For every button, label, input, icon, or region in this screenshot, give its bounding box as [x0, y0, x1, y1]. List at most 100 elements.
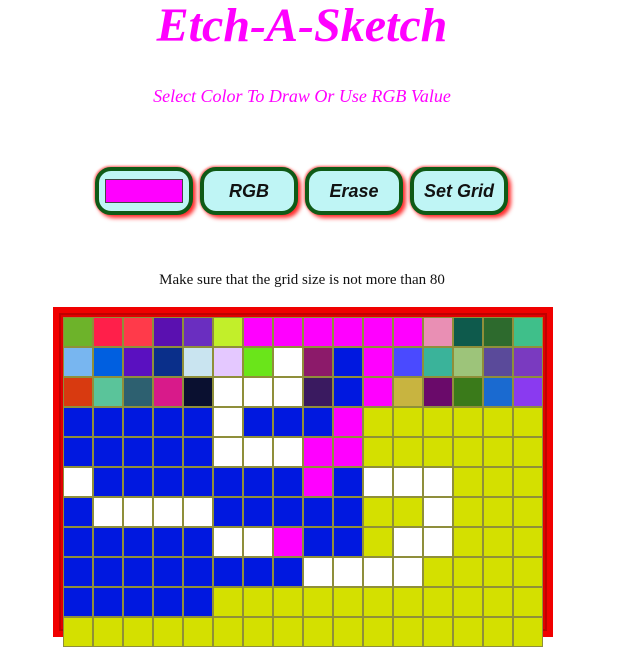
grid-cell[interactable]: [273, 527, 303, 557]
grid-cell[interactable]: [243, 587, 273, 617]
grid-cell[interactable]: [213, 497, 243, 527]
grid-cell[interactable]: [453, 437, 483, 467]
grid-cell[interactable]: [63, 497, 93, 527]
grid-cell[interactable]: [183, 497, 213, 527]
grid-cell[interactable]: [243, 497, 273, 527]
grid-cell[interactable]: [423, 347, 453, 377]
grid-cell[interactable]: [243, 467, 273, 497]
grid-cell[interactable]: [483, 497, 513, 527]
grid-cell[interactable]: [93, 497, 123, 527]
grid-cell[interactable]: [63, 527, 93, 557]
grid-cell[interactable]: [303, 377, 333, 407]
grid-cell[interactable]: [303, 437, 333, 467]
grid-cell[interactable]: [453, 407, 483, 437]
grid-cell[interactable]: [513, 617, 543, 647]
grid-cell[interactable]: [123, 497, 153, 527]
grid-cell[interactable]: [333, 407, 363, 437]
grid-cell[interactable]: [123, 377, 153, 407]
grid-cell[interactable]: [273, 467, 303, 497]
grid-cell[interactable]: [213, 407, 243, 437]
grid-cell[interactable]: [123, 527, 153, 557]
grid-cell[interactable]: [273, 587, 303, 617]
grid-cell[interactable]: [513, 587, 543, 617]
grid-cell[interactable]: [63, 467, 93, 497]
grid-cell[interactable]: [423, 497, 453, 527]
grid-cell[interactable]: [453, 587, 483, 617]
grid-cell[interactable]: [453, 557, 483, 587]
grid-cell[interactable]: [63, 407, 93, 437]
grid-cell[interactable]: [183, 347, 213, 377]
grid-cell[interactable]: [303, 347, 333, 377]
grid-cell[interactable]: [393, 617, 423, 647]
grid-cell[interactable]: [303, 557, 333, 587]
grid-cell[interactable]: [153, 557, 183, 587]
grid-cell[interactable]: [243, 527, 273, 557]
grid-cell[interactable]: [303, 527, 333, 557]
grid-cell[interactable]: [63, 617, 93, 647]
grid-cell[interactable]: [303, 317, 333, 347]
grid-cell[interactable]: [333, 437, 363, 467]
grid-cell[interactable]: [333, 617, 363, 647]
grid-cell[interactable]: [453, 527, 483, 557]
grid-cell[interactable]: [513, 437, 543, 467]
grid-cell[interactable]: [453, 467, 483, 497]
grid-cell[interactable]: [303, 407, 333, 437]
grid-cell[interactable]: [333, 587, 363, 617]
grid-cell[interactable]: [333, 497, 363, 527]
grid-cell[interactable]: [93, 557, 123, 587]
grid-cell[interactable]: [63, 587, 93, 617]
grid-cell[interactable]: [483, 587, 513, 617]
grid-cell[interactable]: [183, 377, 213, 407]
grid-cell[interactable]: [63, 437, 93, 467]
grid-cell[interactable]: [273, 407, 303, 437]
grid-cell[interactable]: [243, 407, 273, 437]
grid-cell[interactable]: [453, 617, 483, 647]
grid-cell[interactable]: [153, 617, 183, 647]
grid-cell[interactable]: [123, 437, 153, 467]
grid-cell[interactable]: [333, 347, 363, 377]
grid-cell[interactable]: [273, 617, 303, 647]
grid-cell[interactable]: [393, 377, 423, 407]
rgb-button[interactable]: RGB: [200, 167, 298, 215]
color-swatch[interactable]: [105, 179, 183, 203]
grid-cell[interactable]: [123, 587, 153, 617]
erase-button[interactable]: Erase: [305, 167, 403, 215]
grid-cell[interactable]: [423, 407, 453, 437]
grid-cell[interactable]: [243, 617, 273, 647]
grid-cell[interactable]: [363, 437, 393, 467]
grid-cell[interactable]: [213, 317, 243, 347]
grid-cell[interactable]: [93, 617, 123, 647]
grid-cell[interactable]: [243, 317, 273, 347]
grid-cell[interactable]: [303, 617, 333, 647]
grid-cell[interactable]: [393, 557, 423, 587]
grid-cell[interactable]: [183, 527, 213, 557]
grid-cell[interactable]: [363, 527, 393, 557]
grid-cell[interactable]: [63, 317, 93, 347]
grid-cell[interactable]: [423, 587, 453, 617]
grid-cell[interactable]: [213, 587, 243, 617]
grid-cell[interactable]: [363, 377, 393, 407]
grid-cell[interactable]: [93, 587, 123, 617]
sketch-grid[interactable]: [63, 317, 543, 647]
grid-cell[interactable]: [453, 317, 483, 347]
grid-cell[interactable]: [423, 317, 453, 347]
grid-cell[interactable]: [243, 377, 273, 407]
grid-cell[interactable]: [513, 467, 543, 497]
grid-cell[interactable]: [363, 347, 393, 377]
grid-cell[interactable]: [213, 437, 243, 467]
grid-cell[interactable]: [153, 317, 183, 347]
grid-cell[interactable]: [273, 437, 303, 467]
grid-cell[interactable]: [363, 407, 393, 437]
grid-cell[interactable]: [213, 557, 243, 587]
grid-cell[interactable]: [123, 557, 153, 587]
grid-cell[interactable]: [183, 617, 213, 647]
grid-cell[interactable]: [123, 407, 153, 437]
grid-cell[interactable]: [153, 527, 183, 557]
grid-cell[interactable]: [93, 317, 123, 347]
grid-cell[interactable]: [483, 617, 513, 647]
grid-cell[interactable]: [333, 317, 363, 347]
grid-cell[interactable]: [513, 347, 543, 377]
grid-cell[interactable]: [123, 617, 153, 647]
grid-cell[interactable]: [213, 467, 243, 497]
grid-cell[interactable]: [393, 407, 423, 437]
